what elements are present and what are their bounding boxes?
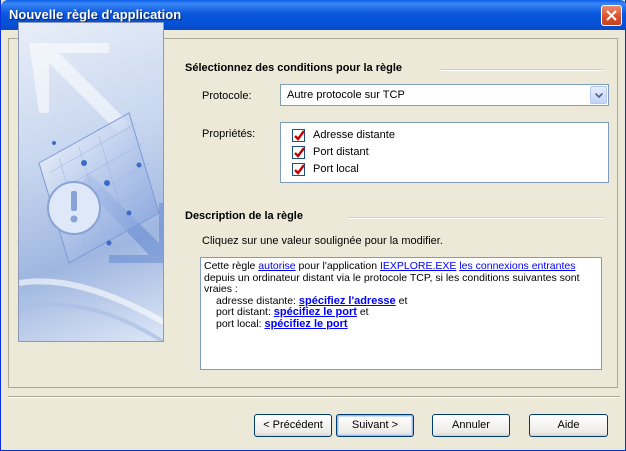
property-label: Port local xyxy=(313,163,359,175)
specify-local-port-link[interactable]: spécifiez le port xyxy=(264,318,347,330)
desc-text-part: Cette règle xyxy=(204,260,259,272)
close-button[interactable] xyxy=(601,5,622,26)
desc-text-part: et xyxy=(395,294,408,307)
connection-direction-link[interactable]: les connexions entrantes xyxy=(459,260,575,272)
check-icon xyxy=(294,164,305,175)
chevron-down-icon xyxy=(595,93,603,98)
specify-remote-port-link[interactable]: spécifiez le port xyxy=(274,306,357,318)
properties-list: Adresse distante Port distant Port local xyxy=(280,122,609,183)
description-heading: Description de la règle xyxy=(185,210,309,222)
property-label: Port distant xyxy=(313,146,369,158)
checkbox[interactable] xyxy=(292,146,305,159)
next-button[interactable]: Suivant > xyxy=(336,414,414,437)
window-title: Nouvelle règle d'application xyxy=(9,7,182,22)
protocol-select[interactable]: Autre protocole sur TCP xyxy=(280,84,609,106)
description-divider xyxy=(349,217,603,219)
property-label: Adresse distante xyxy=(313,129,395,141)
specify-address-link[interactable]: spécifiez l'adresse xyxy=(299,295,396,307)
rule-description-box: Cette règle autorise pour l'application … xyxy=(200,257,602,370)
remote-port-label: port distant: xyxy=(216,306,274,318)
description-hint: Cliquez sur une valeur soulignée pour la… xyxy=(202,235,443,247)
close-icon xyxy=(606,10,617,21)
previous-button[interactable]: < Précédent xyxy=(254,414,332,437)
cancel-button[interactable]: Annuler xyxy=(432,414,510,437)
protocol-dropdown-button[interactable] xyxy=(590,86,607,104)
application-link[interactable]: IEXPLORE.EXE xyxy=(380,260,456,272)
checkbox[interactable] xyxy=(292,163,305,176)
dialog-window: Nouvelle règle d'application Sélectionne… xyxy=(0,0,626,451)
properties-label: Propriétés: xyxy=(202,128,256,140)
protocol-value: Autre protocole sur TCP xyxy=(287,89,405,101)
wizard-illustration xyxy=(18,22,164,342)
desc-text-part: depuis un ordinateur distant via le prot… xyxy=(204,271,580,295)
button-separator xyxy=(8,396,620,398)
conditions-divider xyxy=(441,69,603,71)
check-icon xyxy=(294,130,305,141)
checkbox[interactable] xyxy=(292,129,305,142)
allow-link[interactable]: autorise xyxy=(258,260,295,272)
local-port-line: port local: spécifiez le port xyxy=(204,317,596,331)
remote-address-label: adresse distante: xyxy=(216,294,299,307)
check-icon xyxy=(294,147,305,158)
help-button[interactable]: Aide xyxy=(529,414,608,437)
rule-description-text: Cette règle autorise pour l'application … xyxy=(204,260,596,331)
conditions-heading: Sélectionnez des conditions pour la règl… xyxy=(185,62,408,74)
desc-text-part: pour l'application xyxy=(295,260,380,272)
local-port-label: port local: xyxy=(216,317,265,330)
desc-text-part: et xyxy=(356,306,369,318)
protocol-label: Protocole: xyxy=(202,90,252,102)
